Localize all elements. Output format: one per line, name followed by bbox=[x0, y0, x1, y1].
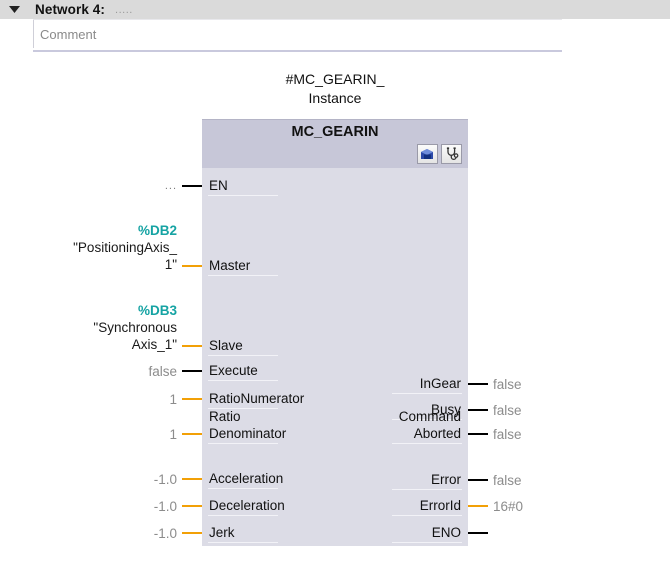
input-wire-rationumerator bbox=[182, 398, 202, 400]
network-comment-area: Comment bbox=[33, 19, 562, 52]
input-wire-slave bbox=[182, 345, 202, 347]
output-label-ingear: InGear bbox=[419, 376, 461, 391]
output-label-eno: ENO bbox=[431, 525, 461, 540]
output-value-errorid[interactable]: 16#0 bbox=[493, 498, 523, 515]
open-block-icon[interactable] bbox=[417, 144, 438, 164]
input-wire-execute bbox=[182, 370, 202, 372]
input-label-ratiodenominator: Ratio Denominator bbox=[209, 409, 287, 441]
comment-bottom-divider bbox=[33, 50, 562, 52]
function-block-mc-gearin[interactable]: MC_GEARIN EN Master Slave Execute RatioN… bbox=[202, 119, 468, 546]
network-title: Network 4: bbox=[35, 2, 106, 17]
network-collapse-toggle[interactable] bbox=[0, 0, 28, 19]
comment-text: Comment bbox=[40, 26, 97, 42]
input-row-separator bbox=[208, 515, 278, 516]
input-operand-master[interactable]: %DB2 "PositioningAxis_ 1" bbox=[7, 222, 177, 273]
input-row-separator bbox=[208, 275, 278, 276]
input-row-separator bbox=[208, 443, 278, 444]
output-wire-ingear bbox=[468, 383, 488, 385]
input-operand-ratiodenominator[interactable]: 1 bbox=[7, 426, 177, 443]
db-number-label: %DB3 bbox=[137, 303, 177, 318]
output-row-separator bbox=[392, 443, 462, 444]
input-operand-jerk[interactable]: -1.0 bbox=[7, 525, 177, 542]
input-operand-rationumerator[interactable]: 1 bbox=[7, 391, 177, 408]
output-wire-commandaborted bbox=[468, 433, 488, 435]
stethoscope-icon[interactable] bbox=[441, 144, 462, 164]
output-wire-busy bbox=[468, 409, 488, 411]
input-row-separator bbox=[208, 542, 278, 543]
output-row-separator bbox=[392, 393, 462, 394]
output-wire-eno bbox=[468, 532, 488, 534]
block-instance-name: #MC_GEARIN_ Instance bbox=[285, 71, 385, 106]
input-wire-master bbox=[182, 265, 202, 267]
comment-input[interactable]: Comment bbox=[33, 20, 562, 48]
input-operand-slave[interactable]: %DB3 "Synchronous Axis_1" bbox=[7, 302, 177, 353]
input-operand-deceleration[interactable]: -1.0 bbox=[7, 498, 177, 515]
network-subtitle: ..... bbox=[115, 3, 133, 16]
input-label-rationumerator: RatioNumerator bbox=[209, 391, 305, 406]
output-label-errorid: ErrorId bbox=[419, 498, 461, 513]
input-label-deceleration: Deceleration bbox=[209, 498, 285, 513]
input-operand-en[interactable]: ... bbox=[7, 178, 177, 195]
output-label-error: Error bbox=[431, 472, 461, 487]
input-row-separator bbox=[208, 355, 278, 356]
output-value-commandaborted[interactable]: false bbox=[493, 426, 522, 443]
chevron-down-icon bbox=[8, 6, 20, 13]
input-label-acceleration: Acceleration bbox=[209, 471, 284, 486]
input-operand-execute[interactable]: false bbox=[7, 363, 177, 380]
input-operand-acceleration[interactable]: -1.0 bbox=[7, 471, 177, 488]
input-row-separator bbox=[208, 195, 278, 196]
operand-text: "PositioningAxis_ 1" bbox=[73, 240, 177, 272]
function-block-header: MC_GEARIN bbox=[202, 119, 468, 168]
output-row-separator bbox=[392, 515, 462, 516]
operand-text: "Synchronous Axis_1" bbox=[93, 320, 177, 352]
output-row-separator bbox=[392, 489, 462, 490]
output-value-ingear[interactable]: false bbox=[493, 376, 522, 393]
input-row-separator bbox=[208, 488, 278, 489]
output-wire-errorid bbox=[468, 505, 488, 507]
input-wire-deceleration bbox=[182, 505, 202, 507]
output-wire-error bbox=[468, 479, 488, 481]
function-block-icon-group bbox=[417, 144, 462, 164]
output-label-commandaborted: Command Aborted bbox=[398, 409, 461, 441]
input-wire-ratiodenominator bbox=[182, 433, 202, 435]
db-number-label: %DB2 bbox=[137, 223, 177, 238]
input-label-jerk: Jerk bbox=[209, 525, 235, 540]
output-value-error[interactable]: false bbox=[493, 472, 522, 489]
function-block-title: MC_GEARIN bbox=[291, 124, 379, 140]
input-wire-jerk bbox=[182, 532, 202, 534]
output-value-busy[interactable]: false bbox=[493, 402, 522, 419]
input-wire-acceleration bbox=[182, 478, 202, 480]
input-wire-en bbox=[182, 185, 202, 187]
input-label-master: Master bbox=[209, 258, 251, 273]
network-header-bar: Network 4: ..... bbox=[0, 0, 670, 19]
output-row-separator bbox=[392, 542, 462, 543]
input-label-execute: Execute bbox=[209, 363, 258, 378]
input-label-slave: Slave bbox=[209, 338, 243, 353]
input-label-en: EN bbox=[209, 178, 228, 193]
input-row-separator bbox=[208, 380, 278, 381]
